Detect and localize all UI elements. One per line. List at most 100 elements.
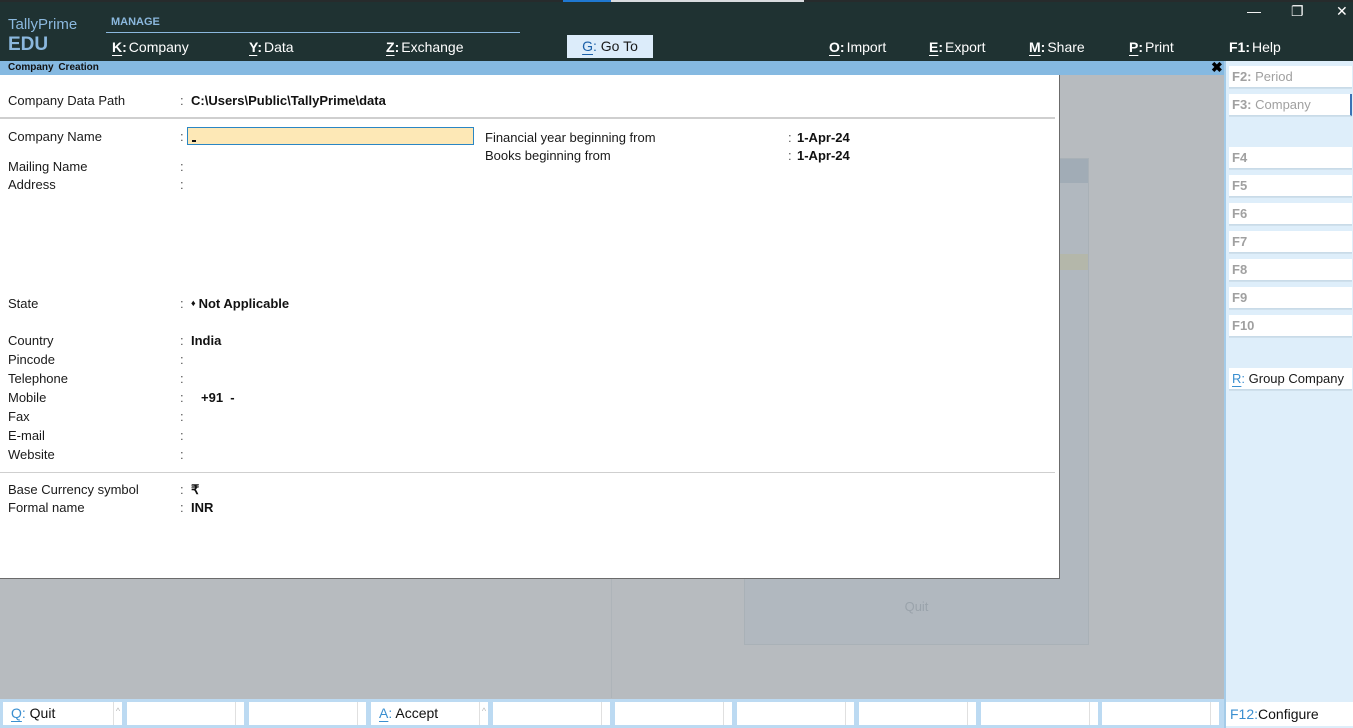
field-separator: : <box>180 352 184 367</box>
button-colon: : <box>1241 371 1246 386</box>
company-creation-form: Company Data Path : C:\Users\Public\Tall… <box>0 75 1060 579</box>
configure-button[interactable]: F12:Configure <box>1226 702 1353 726</box>
bottom-button-empty[interactable] <box>859 702 976 725</box>
bottom-button-empty[interactable] <box>615 702 732 725</box>
minimize-icon[interactable]: — <box>1247 3 1261 19</box>
close-screen-icon[interactable]: ✖ <box>1211 59 1223 76</box>
button-divider <box>357 702 358 725</box>
menu-label: Company <box>128 39 189 55</box>
button-colon: : <box>21 705 26 721</box>
field-label: Formal name <box>8 500 85 515</box>
button-key: F9 <box>1232 290 1248 305</box>
tab-indicator-active[interactable] <box>563 0 611 2</box>
state-value: Not Applicable <box>198 296 290 311</box>
menu-colon: : <box>1040 39 1046 55</box>
menu-key: P <box>1129 39 1139 55</box>
button-divider <box>601 702 602 725</box>
field-separator: : <box>180 93 184 108</box>
field-separator: : <box>180 159 184 174</box>
close-window-icon[interactable]: ✕ <box>1336 3 1348 20</box>
bottom-button-empty[interactable] <box>127 702 244 725</box>
field-separator: : <box>180 428 184 443</box>
menu-exchange[interactable]: Z: Exchange <box>386 38 464 58</box>
button-key: F12: <box>1230 706 1259 722</box>
menu-label: Export <box>945 39 986 55</box>
field-label: Company Data Path <box>8 93 126 108</box>
menu-help[interactable]: F1: Help <box>1229 38 1281 58</box>
field-separator: : <box>180 482 184 497</box>
button-label: Accept <box>395 705 439 721</box>
button-divider <box>1089 702 1090 725</box>
bottom-button-empty[interactable] <box>249 702 366 725</box>
field-label: Company Name <box>8 129 102 144</box>
button-label: Group Company <box>1248 371 1345 386</box>
button-key: Q <box>11 705 22 721</box>
field-value: ₹ <box>191 482 200 497</box>
field-separator: : <box>180 296 184 311</box>
menu-colon: : <box>122 39 127 55</box>
menu-label: Share <box>1047 39 1085 55</box>
menu-label: Help <box>1252 39 1281 55</box>
field-label: Address <box>8 177 56 192</box>
field-separator: : <box>180 409 184 424</box>
bottom-button-empty[interactable] <box>1102 702 1219 725</box>
f10-button[interactable]: F10 <box>1229 315 1352 337</box>
f7-button[interactable]: F7 <box>1229 231 1352 253</box>
field-label: Financial year beginning from <box>485 130 656 145</box>
menu-colon: : <box>394 39 400 55</box>
bottom-button-empty[interactable] <box>981 702 1098 725</box>
menu-go-to[interactable]: G: Go To <box>567 35 653 58</box>
text-cursor <box>192 140 196 142</box>
menu-share[interactable]: M: Share <box>1029 38 1085 58</box>
bottom-button-empty[interactable] <box>737 702 854 725</box>
menu-export[interactable]: E: Export <box>929 38 985 58</box>
field-separator: : <box>180 177 184 192</box>
menu-import[interactable]: O: Import <box>829 38 886 58</box>
menu-key: O <box>829 39 840 55</box>
expand-caret-icon[interactable]: ^ <box>114 700 122 723</box>
f5-button[interactable]: F5 <box>1229 175 1352 197</box>
menu-data[interactable]: Y: Data <box>249 38 294 58</box>
button-label: Company <box>1255 97 1311 112</box>
field-label: Base Currency symbol <box>8 482 139 497</box>
tab-indicator[interactable] <box>611 0 804 2</box>
menu-colon: : <box>839 39 845 55</box>
bottom-button-empty[interactable] <box>493 702 610 725</box>
period-button[interactable]: F2: Period <box>1229 66 1352 88</box>
f6-button[interactable]: F6 <box>1229 203 1352 225</box>
field-separator: : <box>180 129 184 144</box>
screen-title-bar: Company Creation ✖ <box>0 59 1224 76</box>
f9-button[interactable]: F9 <box>1229 287 1352 309</box>
restore-icon[interactable]: ❐ <box>1291 3 1304 20</box>
field-label: Fax <box>8 409 30 424</box>
button-key: F7 <box>1232 234 1248 249</box>
brand-name: TallyPrime <box>8 16 78 33</box>
expand-caret-icon[interactable]: ^ <box>480 700 488 723</box>
field-separator: : <box>180 371 184 386</box>
field-separator: : <box>788 130 792 145</box>
button-divider <box>1210 702 1211 725</box>
accept-button[interactable]: A: Accept ^ <box>371 702 488 725</box>
field-separator: : <box>180 333 184 348</box>
field-separator: : <box>788 148 792 163</box>
button-divider <box>723 702 724 725</box>
right-button-bar: F2: Period F3: Company F4 F5 F6 F7 F8 F9… <box>1224 61 1353 728</box>
button-key: A <box>379 705 389 721</box>
group-company-button[interactable]: R: Group Company <box>1229 368 1352 390</box>
button-label: Quit <box>29 705 56 721</box>
f8-button[interactable]: F8 <box>1229 259 1352 281</box>
button-divider <box>845 702 846 725</box>
company-name-input[interactable] <box>187 127 474 145</box>
quit-button[interactable]: Q: Quit ^ <box>3 702 122 725</box>
f4-button[interactable]: F4 <box>1229 147 1352 169</box>
menu-print[interactable]: P: Print <box>1129 38 1174 58</box>
menu-colon: : <box>1138 39 1144 55</box>
top-bar: TallyPrime EDU MANAGE K: Company Y: Data Z… <box>0 0 1353 61</box>
menu-label: Exchange <box>401 39 464 55</box>
button-key: F6 <box>1232 206 1248 221</box>
menu-key: Z <box>386 39 395 55</box>
menu-label: Import <box>846 39 887 55</box>
menu-company[interactable]: K: Company <box>112 38 189 58</box>
button-divider <box>235 702 236 725</box>
company-button[interactable]: F3: Company <box>1229 94 1352 116</box>
